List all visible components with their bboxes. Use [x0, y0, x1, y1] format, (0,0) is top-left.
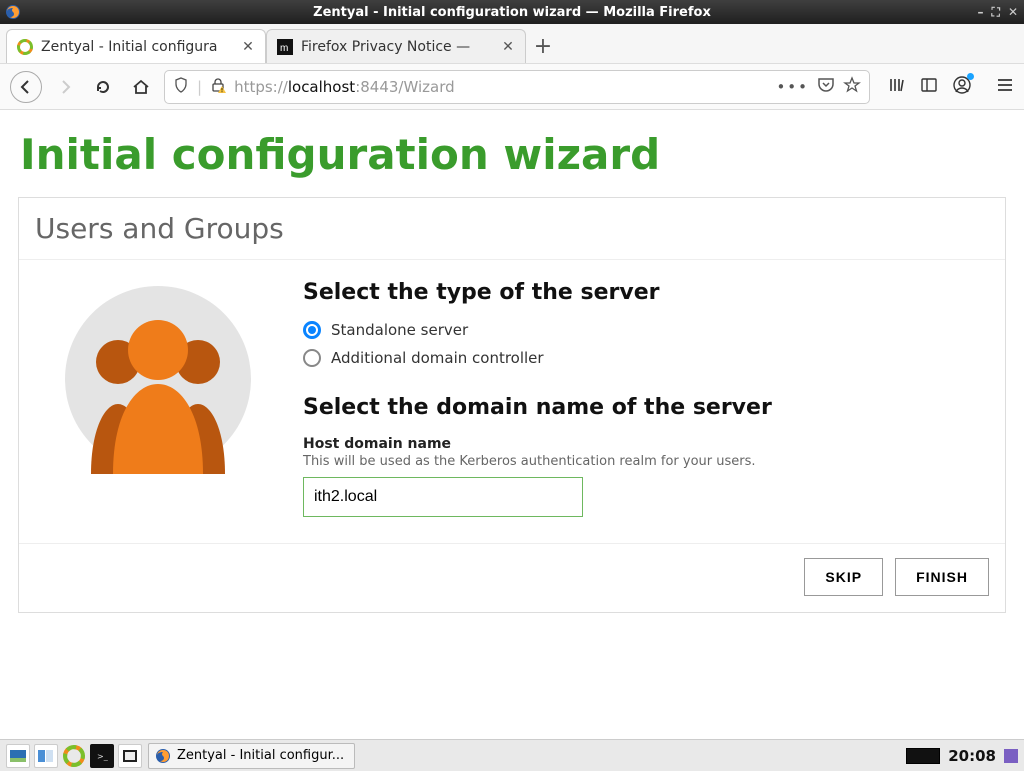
firefox-icon — [155, 748, 171, 764]
taskbar-window-title: Zentyal - Initial configur... — [177, 748, 344, 763]
tab-close-button[interactable]: ✕ — [501, 40, 515, 54]
url-path: :8443/Wizard — [355, 78, 454, 96]
radio-label: Standalone server — [331, 321, 468, 339]
browser-toolbar: | https://localhost:8443/Wizard ••• — [0, 64, 1024, 110]
radio-icon — [303, 349, 321, 367]
account-icon[interactable] — [952, 75, 972, 99]
server-type-heading: Select the type of the server — [303, 280, 987, 305]
wizard-card: Users and Groups — [18, 197, 1006, 613]
mozilla-icon: m — [277, 39, 293, 55]
hamburger-menu-icon[interactable] — [996, 76, 1014, 98]
close-button[interactable]: ✕ — [1008, 5, 1018, 19]
taskbar-window-firefox[interactable]: Zentyal - Initial configur... — [148, 743, 355, 769]
shield-icon — [173, 77, 189, 97]
finish-button[interactable]: FINISH — [895, 558, 989, 596]
users-illustration — [43, 280, 273, 517]
tray-icon[interactable] — [1004, 749, 1018, 763]
radio-standalone[interactable]: Standalone server — [303, 321, 987, 339]
forward-button[interactable] — [50, 72, 80, 102]
radio-additional-dc[interactable]: Additional domain controller — [303, 349, 987, 367]
tab-firefox-privacy[interactable]: m Firefox Privacy Notice — ✕ — [266, 29, 526, 63]
url-host: localhost — [288, 78, 355, 96]
skip-button[interactable]: SKIP — [804, 558, 883, 596]
section-title: Users and Groups — [19, 198, 1005, 260]
show-desktop-button[interactable] — [6, 744, 30, 768]
field-help: This will be used as the Kerberos authen… — [303, 454, 987, 469]
svg-text:>_: >_ — [97, 752, 109, 761]
svg-text:m: m — [280, 43, 288, 54]
back-button[interactable] — [10, 71, 42, 103]
desktop-taskbar: >_ Zentyal - Initial configur... 20:08 — [0, 739, 1024, 771]
firefox-icon — [4, 3, 22, 21]
lock-warning-icon — [210, 77, 226, 97]
new-tab-button[interactable]: + — [526, 29, 560, 63]
page-title: Initial configuration wizard — [20, 130, 1006, 179]
terminal-launcher[interactable]: >_ — [90, 744, 114, 768]
minimize-button[interactable]: – — [978, 5, 984, 19]
url-bar[interactable]: | https://localhost:8443/Wizard ••• — [164, 70, 870, 104]
tab-title: Zentyal - Initial configura — [41, 39, 233, 55]
tab-close-button[interactable]: ✕ — [241, 40, 255, 54]
battery-indicator — [906, 748, 940, 764]
radio-label: Additional domain controller — [331, 349, 544, 367]
library-icon[interactable] — [888, 76, 906, 98]
radio-icon — [303, 321, 321, 339]
bookmark-star-icon[interactable] — [843, 76, 861, 98]
zentyal-icon — [17, 39, 33, 55]
field-label: Host domain name — [303, 436, 987, 452]
url-scheme: https:// — [234, 78, 288, 96]
pocket-icon[interactable] — [817, 76, 835, 98]
tab-title: Firefox Privacy Notice — — [301, 39, 493, 55]
maximize-button[interactable]: ⛶ — [992, 5, 1000, 20]
files-launcher[interactable] — [118, 744, 142, 768]
workspace-switcher[interactable] — [34, 744, 58, 768]
domain-heading: Select the domain name of the server — [303, 395, 987, 420]
tab-zentyal[interactable]: Zentyal - Initial configura ✕ — [6, 29, 266, 63]
window-titlebar: Zentyal - Initial configuration wizard —… — [0, 0, 1024, 24]
zentyal-launcher[interactable] — [62, 744, 86, 768]
host-domain-input[interactable] — [303, 477, 583, 517]
home-button[interactable] — [126, 72, 156, 102]
meatball-icon[interactable]: ••• — [776, 78, 809, 96]
tab-strip: Zentyal - Initial configura ✕ m Firefox … — [0, 24, 1024, 64]
taskbar-clock: 20:08 — [948, 747, 996, 765]
sidebar-icon[interactable] — [920, 76, 938, 98]
window-title: Zentyal - Initial configuration wizard —… — [313, 5, 711, 20]
page-viewport: Initial configuration wizard Users and G… — [0, 110, 1024, 739]
reload-button[interactable] — [88, 72, 118, 102]
